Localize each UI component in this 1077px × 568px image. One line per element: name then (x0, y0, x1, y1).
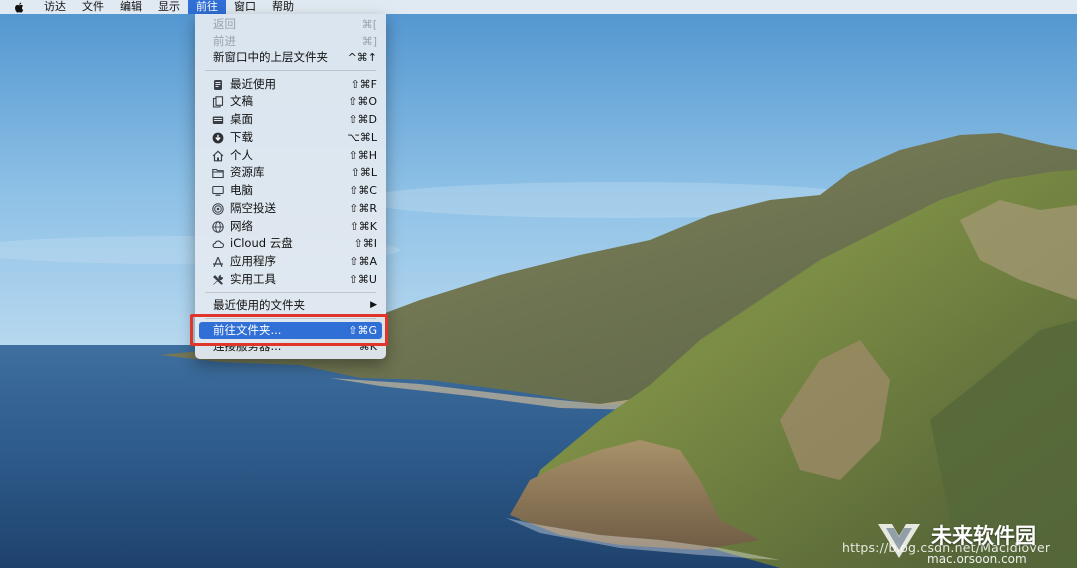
menu-item-label: 桌面 (230, 112, 253, 126)
menu-separator (205, 70, 376, 71)
shortcut-label: ⇧⌘A (349, 255, 377, 268)
menu-item-downloads[interactable]: 下载 ⌥⌘L (195, 129, 386, 146)
menu-file[interactable]: 文件 (74, 0, 112, 14)
menu-edit[interactable]: 编辑 (112, 0, 150, 14)
library-folder-icon (212, 168, 224, 179)
menu-item-documents[interactable]: 文稿 ⇧⌘O (195, 93, 386, 110)
desktop-icon (212, 116, 224, 124)
menu-item-label: 连接服务器... (213, 346, 282, 353)
menu-item-label: 网络 (230, 219, 253, 233)
menu-view[interactable]: 显示 (150, 0, 188, 14)
shortcut-label: ⇧⌘U (348, 273, 377, 286)
menu-item-airdrop[interactable]: 隔空投送 ⇧⌘R (195, 200, 386, 217)
submenu-arrow-icon: ▶ (370, 300, 377, 310)
menu-item-label: iCloud 云盘 (230, 236, 293, 250)
menu-item-back: 返回 ⌘[ (195, 16, 386, 33)
menu-item-enclosing-folder[interactable]: 新窗口中的上层文件夹 ^⌘↑ (195, 49, 386, 66)
menu-item-recent-folders[interactable]: 最近使用的文件夹 ▶ (195, 297, 386, 314)
menu-item-desktop[interactable]: 桌面 ⇧⌘D (195, 111, 386, 128)
menu-item-label: 返回 (213, 17, 236, 31)
highlight-annotation-box (190, 314, 388, 346)
home-icon (212, 150, 224, 162)
shortcut-label: ⇧⌘L (350, 166, 377, 179)
menu-item-label: 前进 (213, 34, 236, 48)
shortcut-label: ⇧⌘F (350, 78, 377, 91)
menu-item-label: 资源库 (230, 165, 265, 179)
menu-bar: 访达 文件 编辑 显示 前往 窗口 帮助 (0, 0, 1077, 14)
shortcut-label: ⇧⌘D (348, 113, 377, 126)
shortcut-label: ⌘] (361, 35, 377, 48)
menu-item-forward: 前进 ⌘] (195, 33, 386, 50)
shortcut-label: ⇧⌘C (349, 184, 377, 197)
documents-icon (212, 96, 224, 108)
shortcut-label: ⌘[ (361, 18, 377, 31)
watermark-brand: 未来软件园 (931, 524, 1036, 548)
menu-item-label: 个人 (230, 148, 253, 162)
menu-item-label: 实用工具 (230, 272, 276, 286)
menu-item-icloud-drive[interactable]: iCloud 云盘 ⇧⌘I (195, 235, 386, 252)
go-dropdown-menu: 返回 ⌘[ 前进 ⌘] 新窗口中的上层文件夹 ^⌘↑ 最近使用 ⇧⌘F 文稿 ⇧… (195, 14, 386, 359)
watermark-logo-icon (878, 524, 920, 558)
menu-separator (205, 292, 376, 293)
watermark-site: mac.orsoon.com (927, 552, 1027, 566)
airdrop-icon (212, 203, 224, 215)
menu-window[interactable]: 窗口 (226, 0, 264, 14)
watermark: https://blog.csdn.net/Macldlover 未来软件园 m… (842, 515, 1077, 568)
applications-icon (213, 256, 223, 268)
desktop-wallpaper (0, 0, 1077, 568)
menu-item-label: 隔空投送 (230, 201, 276, 215)
menu-item-label: 新窗口中的上层文件夹 (213, 50, 328, 64)
menu-item-label: 最近使用 (230, 77, 276, 91)
computer-icon (212, 185, 224, 196)
icloud-icon (212, 240, 224, 249)
menu-item-label: 文稿 (230, 94, 253, 108)
recents-icon (214, 80, 222, 90)
shortcut-label: ⌘K (358, 346, 377, 353)
utilities-icon (213, 274, 224, 285)
shortcut-label: ⇧⌘K (349, 220, 377, 233)
shortcut-label: ⇧⌘H (348, 149, 378, 162)
shortcut-label: ⇧⌘I (353, 237, 377, 250)
menu-item-label: 下载 (230, 130, 253, 144)
menu-item-computer[interactable]: 电脑 ⇧⌘C (195, 182, 386, 199)
shortcut-label: ⇧⌘R (349, 202, 377, 215)
menu-item-library[interactable]: 资源库 ⇧⌘L (195, 164, 386, 181)
apple-logo-icon[interactable] (0, 0, 36, 14)
menu-item-connect-server[interactable]: 连接服务器... ⌘K (195, 346, 386, 354)
menu-item-utilities[interactable]: 实用工具 ⇧⌘U (195, 271, 386, 288)
menu-go[interactable]: 前往 (188, 0, 226, 14)
shortcut-label: ⇧⌘O (348, 95, 377, 108)
menu-item-recents[interactable]: 最近使用 ⇧⌘F (195, 76, 386, 93)
shortcut-label: ^⌘↑ (347, 51, 377, 64)
menu-item-applications[interactable]: 应用程序 ⇧⌘A (195, 253, 386, 270)
downloads-icon (212, 132, 224, 144)
shortcut-label: ⌥⌘L (347, 131, 377, 144)
menu-help[interactable]: 帮助 (264, 0, 302, 14)
menu-item-home[interactable]: 个人 ⇧⌘H (195, 147, 386, 164)
menu-finder[interactable]: 访达 (36, 0, 74, 14)
menu-item-label: 电脑 (230, 183, 253, 197)
menu-item-label: 应用程序 (230, 254, 276, 268)
network-globe-icon (212, 221, 224, 233)
menu-item-label: 最近使用的文件夹 (213, 298, 305, 312)
menu-item-network[interactable]: 网络 ⇧⌘K (195, 218, 386, 235)
